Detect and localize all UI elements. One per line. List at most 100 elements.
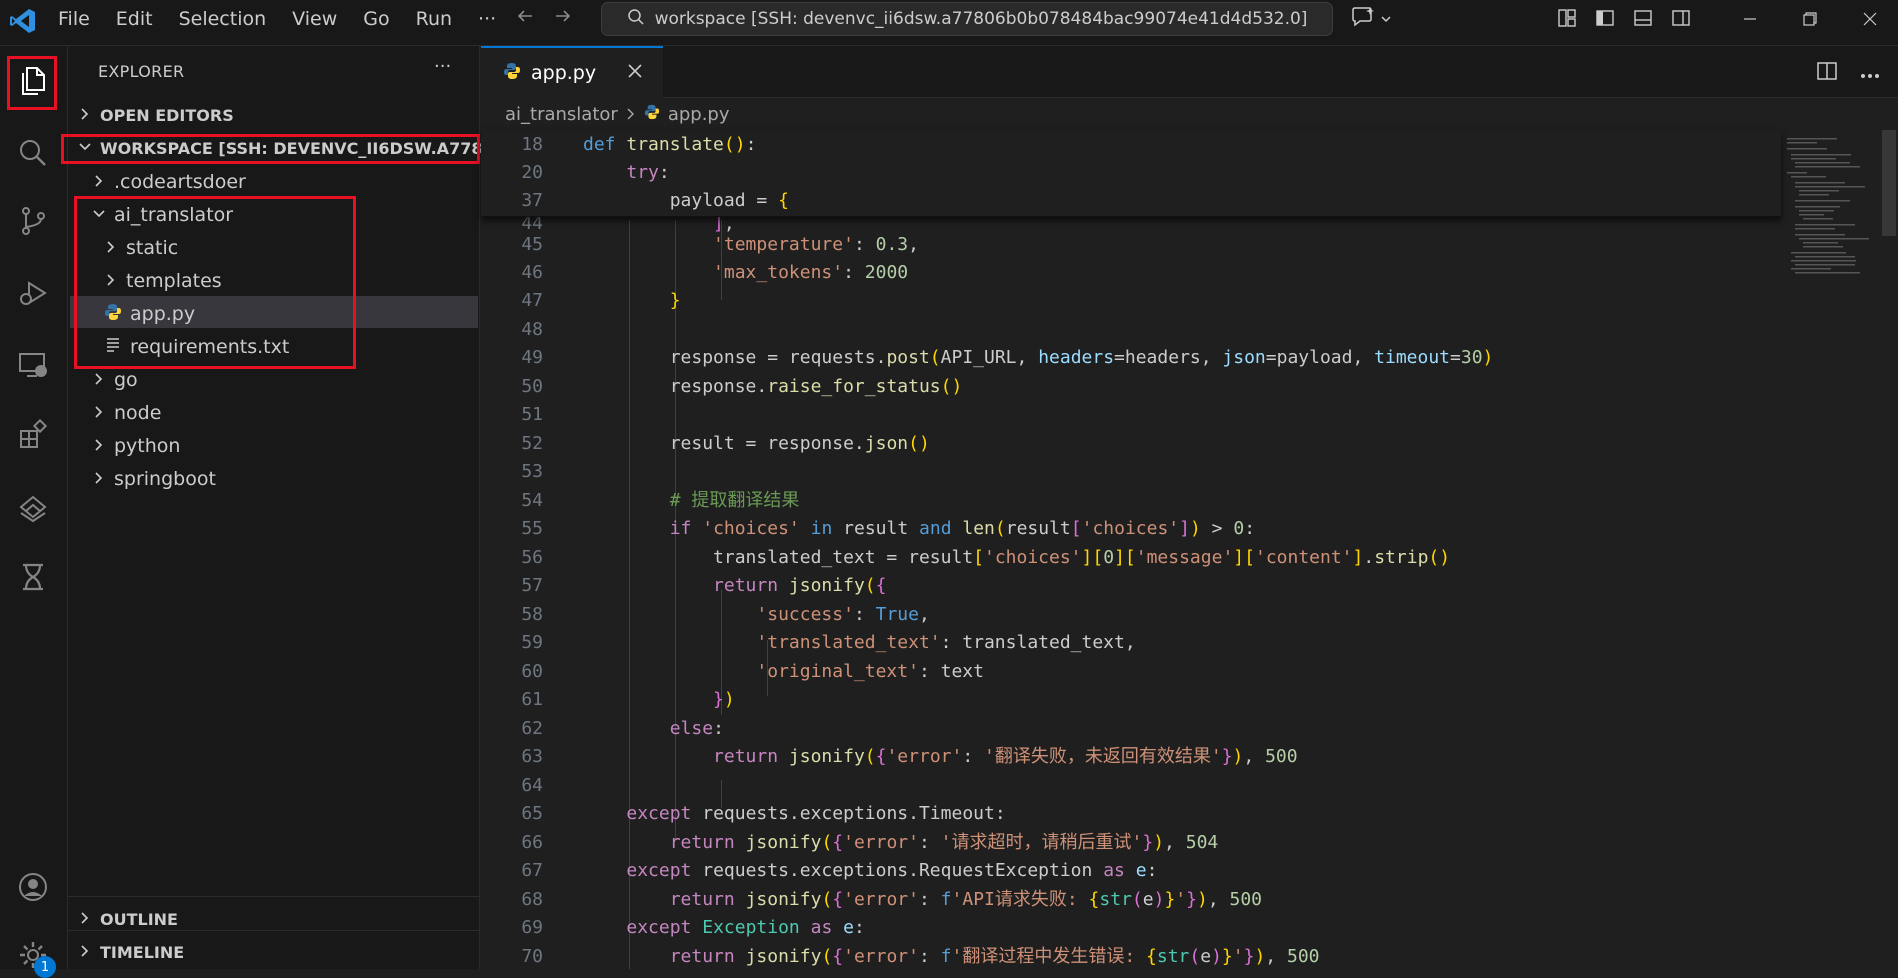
restore-icon[interactable] — [1780, 0, 1840, 38]
extensions-icon[interactable] — [10, 412, 56, 458]
python-file-icon — [644, 104, 660, 125]
tree-item-label: python — [114, 435, 181, 457]
line-number: 70 — [521, 946, 543, 967]
forward-arrow-icon[interactable] — [553, 6, 573, 32]
split-editor-icon[interactable] — [1816, 60, 1838, 86]
account-icon[interactable] — [10, 864, 56, 910]
tab-app-py[interactable]: app.py — [481, 46, 663, 98]
code-line: 69 except Exception as e: — [481, 914, 1781, 942]
code-line: 65 except requests.exceptions.Timeout: — [481, 800, 1781, 828]
toggle-secondary-sidebar-icon[interactable] — [1671, 8, 1691, 32]
testing-icon[interactable] — [10, 554, 56, 600]
remote-explorer-icon[interactable] — [10, 342, 56, 388]
customize-layout-icon[interactable] — [1557, 8, 1577, 32]
breadcrumb-file[interactable]: app.py — [668, 104, 730, 125]
code-text: }) — [713, 689, 735, 710]
divider — [68, 930, 479, 931]
tree-item-springboot[interactable]: springboot — [92, 463, 216, 495]
search-icon — [627, 8, 645, 31]
code-line: 50 response.raise_for_status() — [481, 373, 1781, 401]
chevron-right-icon — [92, 435, 106, 457]
explorer-more-actions[interactable]: ··· — [434, 56, 451, 77]
tree-item-node[interactable]: node — [92, 397, 161, 429]
tab-label: app.py — [531, 62, 597, 84]
minimize-icon[interactable] — [1720, 0, 1780, 38]
menu-edit[interactable]: Edit — [116, 8, 153, 30]
explorer-title: EXPLORER — [98, 62, 185, 81]
close-tab-icon[interactable] — [627, 60, 643, 85]
menu-file[interactable]: File — [58, 8, 90, 30]
line-number: 57 — [521, 575, 543, 596]
line-number: 63 — [521, 746, 543, 767]
line-number: 20 — [521, 162, 543, 183]
chevron-right-icon — [92, 468, 106, 490]
sticky-line: 20 try: — [481, 159, 1781, 187]
window-controls — [1720, 0, 1898, 38]
breadcrumb-folder[interactable]: ai_translator — [505, 104, 618, 125]
command-center[interactable]: workspace [SSH: devenvc_ii6dsw.a77806b0b… — [601, 2, 1333, 36]
code-line: 49 response = requests.post(API_URL, hea… — [481, 344, 1781, 372]
run-debug-icon[interactable] — [10, 270, 56, 316]
code-line: 58 'success': True, — [481, 601, 1781, 629]
copilot-button[interactable] — [1350, 6, 1392, 32]
tree-item-label: .codeartsdoer — [114, 171, 246, 193]
source-control-icon[interactable] — [10, 198, 56, 244]
code-line: 59 'translated_text': translated_text, — [481, 629, 1781, 657]
back-arrow-icon[interactable] — [515, 6, 535, 32]
sticky-line: 37 payload = { — [481, 187, 1781, 215]
code-line: 63 return jsonify({'error': '翻译失败，未返回有效结… — [481, 743, 1781, 771]
code-line: 53 — [481, 458, 1781, 486]
minimap[interactable] — [1781, 130, 1898, 969]
more-actions-icon[interactable] — [1860, 64, 1880, 83]
breadcrumb: ai_translator app.py — [505, 104, 730, 125]
editor-area: app.py ai_translator app.py 18 def transl… — [481, 46, 1898, 969]
code-line: 45 'temperature': 0.3, — [481, 231, 1781, 259]
line-number: 60 — [521, 661, 543, 682]
editor-scrollbar[interactable] — [1882, 130, 1896, 236]
search-activity-icon[interactable] — [10, 130, 56, 176]
menu-more[interactable]: ··· — [478, 8, 496, 30]
chevron-right-icon — [92, 171, 106, 193]
sticky-scroll-header[interactable]: 18 def translate(): 20 try: 37 payload = … — [481, 130, 1781, 217]
line-number: 66 — [521, 832, 543, 853]
line-number: 53 — [521, 461, 543, 482]
menu-go[interactable]: Go — [363, 8, 389, 30]
toggle-panel-icon[interactable] — [1633, 8, 1653, 32]
code-line: 66 return jsonify({'error': '请求超时，请稍后重试'… — [481, 829, 1781, 857]
code-text: if 'choices' in result and len(result['c… — [669, 518, 1256, 539]
menu-selection[interactable]: Selection — [179, 8, 267, 30]
code-editor[interactable]: 44 ], 45 'temperature': 0.3, 46 'max_tok… — [481, 130, 1898, 969]
line-number: 54 — [521, 490, 543, 511]
timeline-section[interactable]: TIMELINE — [78, 943, 184, 962]
code-line: 61 }) — [481, 686, 1781, 714]
menu-bar: File Edit Selection View Go Run ··· — [58, 0, 496, 38]
line-number: 68 — [521, 889, 543, 910]
menu-run[interactable]: Run — [416, 8, 452, 30]
tree-item-python[interactable]: python — [92, 430, 180, 462]
activity-bar: 1 — [0, 46, 68, 978]
code-line: 56 translated_text = result['choices'][0… — [481, 544, 1781, 572]
line-number: 37 — [521, 190, 543, 211]
line-number: 64 — [521, 775, 543, 796]
close-window-icon[interactable] — [1840, 0, 1898, 38]
code-text: return jsonify({ — [713, 575, 887, 596]
manage-gear-icon[interactable]: 1 — [10, 932, 56, 978]
python-file-icon — [503, 62, 521, 85]
code-text: response.raise_for_status() — [583, 376, 963, 397]
minimap-preview — [1787, 138, 1869, 274]
outline-label: OUTLINE — [100, 910, 178, 929]
highlight-box-ai-translator — [74, 196, 356, 369]
codearts-icon[interactable] — [10, 484, 56, 530]
line-number: 58 — [521, 604, 543, 625]
code-line: 51 — [481, 401, 1781, 429]
line-number: 18 — [521, 134, 543, 155]
open-editors-section[interactable]: OPEN EDITORS — [78, 106, 234, 125]
tree-item-codeartsdoer[interactable]: .codeartsdoer — [92, 166, 246, 198]
menu-view[interactable]: View — [292, 8, 337, 30]
line-number: 51 — [521, 404, 543, 425]
outline-section[interactable]: OUTLINE — [78, 910, 178, 929]
command-center-text: workspace [SSH: devenvc_ii6dsw.a77806b0b… — [654, 9, 1308, 29]
toggle-primary-sidebar-icon[interactable] — [1595, 8, 1615, 32]
editor-actions — [1816, 60, 1880, 86]
navigation-arrows — [515, 6, 573, 32]
